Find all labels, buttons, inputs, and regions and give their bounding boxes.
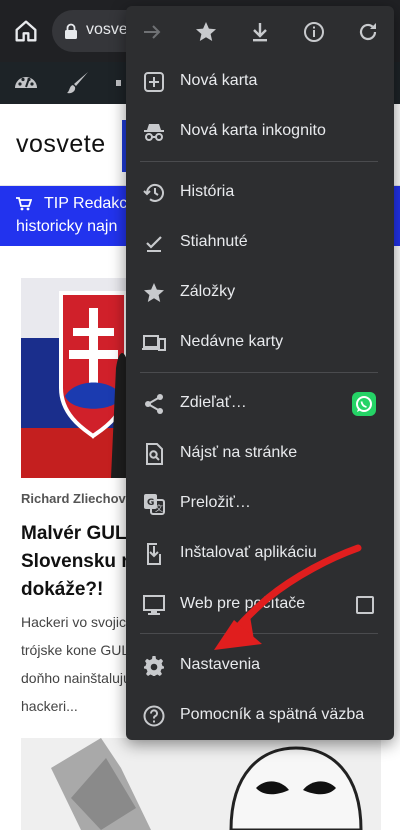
menu-item-install-app[interactable]: Inštalovať aplikáciu [126,529,394,579]
menu-item-label: Nájsť na stránke [180,444,298,461]
home-icon[interactable] [12,17,40,45]
menu-item-settings[interactable]: Nastavenia [126,641,394,691]
menu-item-translate[interactable]: G 文 Preložiť… [126,479,394,529]
translate-icon: G 文 [144,494,165,515]
menu-divider [140,633,378,634]
downloads-check-icon [146,236,162,252]
browser-overflow-menu: Nová karta Nová karta inkognito História [126,6,394,740]
tip-text-line2: historicky najn [16,218,118,235]
info-icon[interactable] [302,20,326,44]
tip-text-line1: TIP Redakc [44,195,128,212]
arrow-forward-icon[interactable] [140,20,164,44]
lock-icon [65,23,77,39]
menu-item-label: Nová karta inkognito [180,122,326,139]
screen: vosve vosvete TIP Redakc historicky najn [0,0,400,830]
article-2-illustration [21,738,381,830]
menu-item-label: Záložky [180,283,236,300]
customize-brush-icon[interactable] [64,69,92,97]
menu-item-downloads[interactable]: Stiahnuté [126,218,394,268]
menu-item-recent-tabs[interactable]: Nedávne karty [126,318,394,368]
menu-item-help[interactable]: Pomocník a spätná väzba [126,691,394,741]
menu-item-label: Zdieľať… [180,394,247,411]
refresh-icon[interactable] [356,20,380,44]
share-icon [145,394,163,414]
menu-item-label: Nastavenia [180,656,261,673]
menu-item-find-in-page[interactable]: Nájsť na stránke [126,429,394,479]
whatsapp-glyph [356,396,372,412]
svg-text:G: G [147,498,154,508]
recent-tabs-icon [142,335,166,351]
download-icon[interactable] [248,20,272,44]
menu-item-label: História [180,183,235,200]
desktop-site-icon [143,595,165,615]
new-tab-icon [144,72,164,92]
bookmarks-star-icon [144,283,164,302]
extra-icon[interactable] [116,69,124,97]
desktop-site-checkbox[interactable] [356,596,374,614]
help-icon [143,705,165,727]
incognito-icon [144,124,164,141]
history-icon [143,184,164,202]
url-text: vosve [86,21,128,38]
menu-item-share[interactable]: Zdieľať… [126,379,394,429]
menu-item-label: Web pre počítače [180,595,306,612]
star-icon[interactable] [194,20,218,44]
dashboard-icon[interactable] [12,69,40,97]
svg-text:文: 文 [155,503,163,513]
cart-icon [16,197,32,211]
settings-gear-icon [144,656,164,676]
menu-item-desktop-site[interactable]: Web pre počítače [126,580,394,630]
article-image-2[interactable] [21,738,381,830]
menu-toolbar [126,6,394,58]
find-in-page-icon [146,443,163,465]
menu-item-label: Nedávne karty [180,333,284,350]
menu-divider [140,372,378,373]
menu-item-new-tab[interactable]: Nová karta [126,57,394,107]
menu-item-label: Pomocník a spätná väzba [180,706,365,723]
menu-item-label: Stiahnuté [180,233,248,250]
menu-item-bookmarks[interactable]: Záložky [126,268,394,318]
menu-item-label: Inštalovať aplikáciu [180,544,317,561]
menu-item-label: Nová karta [180,72,258,89]
menu-item-incognito[interactable]: Nová karta inkognito [126,107,394,157]
install-app-icon [147,543,161,565]
menu-item-history[interactable]: História [126,168,394,218]
whatsapp-icon[interactable] [352,392,376,416]
site-title[interactable]: vosvete [16,130,106,159]
menu-item-label: Preložiť… [180,494,251,511]
menu-divider [140,161,378,162]
article-byline[interactable]: Richard Zliechov [21,491,126,506]
